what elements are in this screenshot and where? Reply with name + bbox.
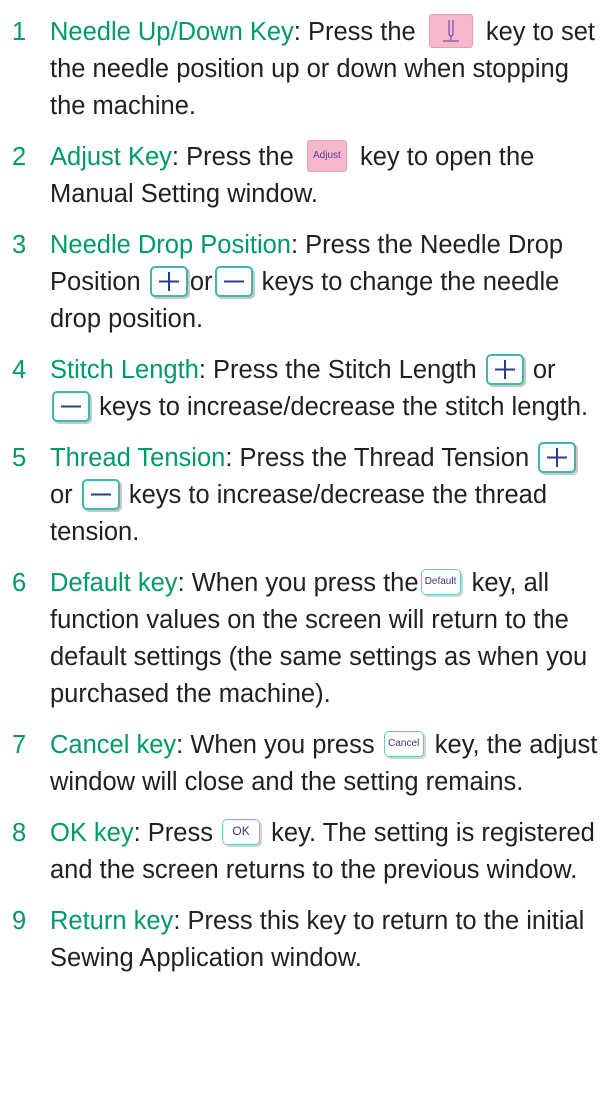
plus-icon [494, 359, 515, 379]
item-term: Adjust Key [50, 143, 172, 171]
item-term: Needle Drop Position [50, 231, 291, 259]
needle-up-down-key [428, 14, 473, 49]
ok-key-label: OK [232, 824, 250, 839]
item-number: 9 [12, 907, 27, 935]
item-text: : Press the Thread Tension [225, 444, 530, 472]
list-item: 7 Cancel key: When you press Cancel key,… [0, 727, 608, 801]
item-text: : Press the Stitch Length [198, 356, 477, 384]
item-text: or [50, 481, 73, 509]
item-term: Stitch Length [50, 356, 199, 384]
minus-key [81, 478, 120, 510]
cancel-key: Cancel [383, 731, 424, 758]
item-term: Default key [50, 569, 178, 597]
item-text: or [189, 268, 213, 296]
minus-key [52, 390, 90, 422]
key-description-list: 1 Needle Up/Down Key: Press the key to s… [0, 14, 608, 991]
item-number: 4 [12, 356, 27, 384]
plus-icon [547, 447, 568, 467]
list-item: 9 Return key: Press this key to return t… [0, 903, 608, 977]
default-key: Default [420, 569, 461, 596]
item-number: 2 [12, 143, 27, 171]
minus-icon [61, 405, 81, 408]
item-term: Cancel key [50, 731, 177, 759]
item-number: 6 [12, 569, 27, 597]
item-number: 8 [12, 819, 27, 847]
minus-icon [90, 493, 111, 496]
list-item: 3 Needle Drop Position: Press the Needle… [0, 227, 608, 338]
plus-key [538, 441, 577, 473]
list-item: 5 Thread Tension: Press the Thread Tensi… [0, 440, 608, 551]
ok-key: OK [222, 819, 261, 846]
item-term: Thread Tension [50, 444, 226, 472]
list-item: 1 Needle Up/Down Key: Press the key to s… [0, 14, 608, 125]
item-number: 5 [12, 444, 27, 472]
item-term: Return key [50, 907, 174, 935]
item-text: : Press [133, 819, 213, 847]
list-item: 4 Stitch Length: Press the Stitch Length… [0, 352, 608, 426]
item-text: or [532, 356, 556, 384]
list-item: 6 Default key: When you press the Default… [0, 565, 608, 713]
plus-key [485, 353, 524, 385]
plus-key [149, 265, 188, 297]
item-number: 3 [12, 231, 27, 259]
item-text: : When you press [176, 731, 375, 759]
item-text: : When you press the [177, 569, 419, 597]
item-term: Needle Up/Down Key [50, 18, 294, 46]
minus-icon [223, 280, 244, 283]
adjust-key: Adjust [306, 140, 347, 173]
item-text: : Press the [293, 18, 416, 46]
list-item: 8 OK key: Press OK key. The setting is r… [0, 815, 608, 889]
item-number: 7 [12, 731, 27, 759]
minus-key [214, 265, 253, 297]
item-text: keys to increase/decrease the stitch len… [99, 393, 589, 421]
item-text: keys to increase/decrease the thread ten… [50, 481, 548, 546]
item-term: OK key [50, 819, 134, 847]
item-number: 1 [12, 18, 27, 46]
item-text: : Press the [171, 143, 294, 171]
list-item: 2 Adjust Key: Press the Adjust key to op… [0, 139, 608, 213]
plus-icon [158, 271, 179, 291]
needle-up-down-icon [442, 20, 459, 42]
